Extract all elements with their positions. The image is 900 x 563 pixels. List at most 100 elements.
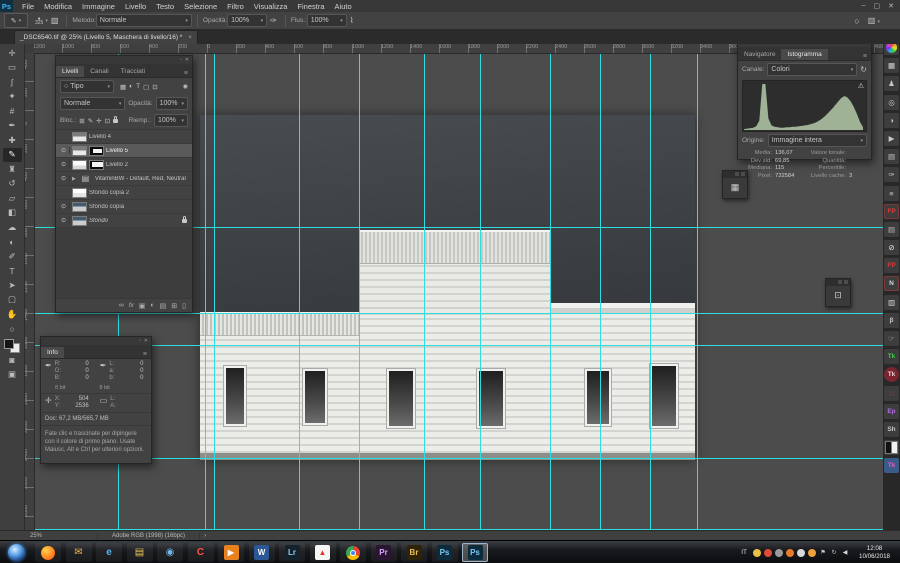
taskbar-ccleaner[interactable]: C — [188, 543, 214, 562]
layer-filter-select[interactable]: ○ Tipo ▾ — [60, 80, 114, 93]
lock-artboard-icon[interactable]: ⊡ — [105, 117, 110, 125]
search-icon[interactable]: ○ — [854, 16, 859, 26]
tray-volume-icon[interactable]: ◀ — [841, 549, 849, 557]
filter-pin-icon[interactable]: ◉ — [183, 83, 188, 90]
layer-thumbnail[interactable] — [72, 132, 87, 142]
layer-mask-thumbnail[interactable] — [89, 146, 104, 156]
fill-select[interactable]: 100% ▾ — [154, 114, 188, 127]
retouch-panel-icon[interactable]: ✑ — [884, 167, 899, 182]
eyedropper-tool[interactable]: ✒ — [3, 119, 22, 134]
link-layers-icon[interactable]: ∞ — [119, 302, 124, 309]
opacity-select[interactable]: 100% ▾ — [227, 14, 267, 27]
layer-row[interactable]: ⊙Sfondo copia — [56, 200, 192, 214]
taskbar-firefox[interactable] — [35, 543, 61, 562]
add-mask-icon[interactable]: ▣ — [139, 302, 146, 310]
close-panel-icon[interactable]: ✕ — [185, 57, 189, 63]
refresh-histogram-icon[interactable]: ↻ — [860, 65, 867, 74]
layer-thumbnail[interactable] — [72, 216, 87, 226]
tray-orange-icon[interactable] — [786, 549, 794, 557]
brush-panel-toggle-icon[interactable]: ▨ — [51, 16, 59, 25]
path-selection-tool[interactable]: ➤ — [3, 278, 22, 293]
new-layer-icon[interactable]: ⊞ — [171, 302, 177, 310]
layers-opacity-select[interactable]: 100% ▾ — [156, 97, 188, 110]
tab-info[interactable]: Info — [41, 347, 64, 358]
menu-item-livello[interactable]: Livello — [120, 2, 151, 11]
minimize-button[interactable]: – — [862, 2, 866, 10]
layer-thumbnail[interactable] — [72, 146, 87, 156]
building-panel-icon[interactable]: ▦ — [884, 58, 899, 73]
document-image[interactable] — [200, 115, 695, 460]
tab-livelli[interactable]: Livelli — [56, 66, 84, 77]
move-tool[interactable]: ✛ — [3, 46, 22, 61]
menu-item-testo[interactable]: Testo — [151, 2, 179, 11]
tray-sync-icon[interactable]: ↻ — [830, 549, 838, 557]
contrast-icon[interactable]: ◑ — [884, 113, 899, 128]
menu-item-aiuto[interactable]: Aiuto — [330, 2, 357, 11]
lasso-tool[interactable]: ʃ — [3, 75, 22, 90]
menu-item-file[interactable]: File — [17, 2, 39, 11]
filter-smart-icon[interactable]: ⊡ — [152, 83, 157, 91]
visibility-toggle[interactable]: ⊙ — [58, 147, 70, 154]
levels-panel-icon[interactable]: ▤ — [884, 149, 899, 164]
tray-flag-icon[interactable]: ⚑ — [819, 549, 827, 557]
ep-panel-icon[interactable]: Ep — [884, 404, 899, 419]
lock-move-icon[interactable]: ✛ — [96, 117, 101, 125]
fp2-panel-icon[interactable]: FP — [884, 258, 899, 273]
b5-panel-icon[interactable]: β — [884, 313, 899, 328]
visibility-toggle[interactable]: ⊙ — [58, 217, 70, 224]
tk-multi-icon[interactable]: Tk — [884, 458, 899, 473]
menu-item-visualizza[interactable]: Visualizza — [249, 2, 293, 11]
color-swatches[interactable] — [4, 339, 20, 353]
taskbar-bridge[interactable]: Br — [401, 543, 427, 562]
start-button[interactable] — [8, 544, 25, 561]
taskbar-outlook[interactable]: ✉ — [66, 543, 92, 562]
panel-menu-icon[interactable]: ≡ — [184, 70, 192, 77]
sliders-panel-icon[interactable]: ≡ — [884, 186, 899, 201]
play-panel-icon[interactable]: ▶ — [884, 131, 899, 146]
export-person-icon[interactable]: ♟ — [884, 76, 899, 91]
group-arrow-icon[interactable]: ▶ — [72, 176, 76, 182]
zoom-tool[interactable]: ○ — [3, 322, 22, 337]
shape-tool[interactable]: ▢ — [3, 293, 22, 308]
filter-pixel-icon[interactable]: ▦ — [120, 83, 126, 91]
close-panel-icon[interactable]: ✕ — [144, 338, 148, 344]
language-indicator[interactable]: IT — [741, 549, 747, 556]
layer-mask-thumbnail[interactable] — [89, 160, 104, 170]
layer-thumbnail[interactable] — [72, 188, 87, 198]
taskbar-lightroom[interactable]: Lr — [279, 543, 305, 562]
pressure-opacity-icon[interactable]: ✑ — [270, 16, 277, 25]
panel-menu-icon[interactable]: ≡ — [143, 351, 151, 358]
no-symbol-icon[interactable]: ⊘ — [884, 240, 899, 255]
type-tool[interactable]: T — [3, 264, 22, 279]
taskbar-player[interactable]: ▶ — [218, 543, 244, 562]
history-brush-tool[interactable]: ↺ — [3, 177, 22, 192]
clone-stamp-tool[interactable]: ♜ — [3, 162, 22, 177]
brush-tool[interactable]: ✎ — [3, 148, 22, 163]
folder-panel-icon[interactable]: ▤ — [884, 222, 899, 237]
airbrush-icon[interactable]: ⌇ — [350, 16, 354, 25]
menu-item-immagine[interactable]: Immagine — [77, 2, 120, 11]
screen-mode-button[interactable]: ▣ — [3, 368, 22, 383]
restore-button[interactable]: ▢ — [874, 2, 881, 10]
tray-color-icon[interactable] — [753, 549, 761, 557]
blur-tool[interactable]: ☁ — [3, 220, 22, 235]
tray-amber-icon[interactable] — [808, 549, 816, 557]
zoom-level-field[interactable]: 25% — [30, 533, 42, 539]
pen-tool[interactable]: ✐ — [3, 249, 22, 264]
source-select[interactable]: Immagine intera ▾ — [768, 134, 867, 147]
layer-style-icon[interactable]: fx — [129, 302, 134, 309]
layer-row[interactable]: ⊙▶▤VitaminBW - Default, Red, Neutral — [56, 172, 192, 186]
tab-canali[interactable]: Canali — [84, 66, 114, 77]
taskbar-photoshop-active[interactable]: Ps — [462, 543, 488, 562]
quick-mask-button[interactable]: ◙ — [3, 353, 22, 368]
lock-paint-icon[interactable]: ✎ — [88, 117, 93, 125]
quick-selection-tool[interactable]: ✦ — [3, 90, 22, 105]
taskbar-explorer[interactable]: ▤ — [127, 543, 153, 562]
layer-row[interactable]: Livello 4 — [56, 130, 192, 144]
nik-panel-icon[interactable]: N — [884, 276, 899, 291]
menu-item-filtro[interactable]: Filtro — [222, 2, 249, 11]
workspace-switcher[interactable]: ▥ ▾ — [868, 16, 880, 25]
collapsed-panel-2[interactable]: ⊡ — [825, 278, 851, 307]
panel-menu-icon[interactable]: ≡ — [863, 53, 871, 60]
dodge-tool[interactable]: ◐ — [3, 235, 22, 250]
